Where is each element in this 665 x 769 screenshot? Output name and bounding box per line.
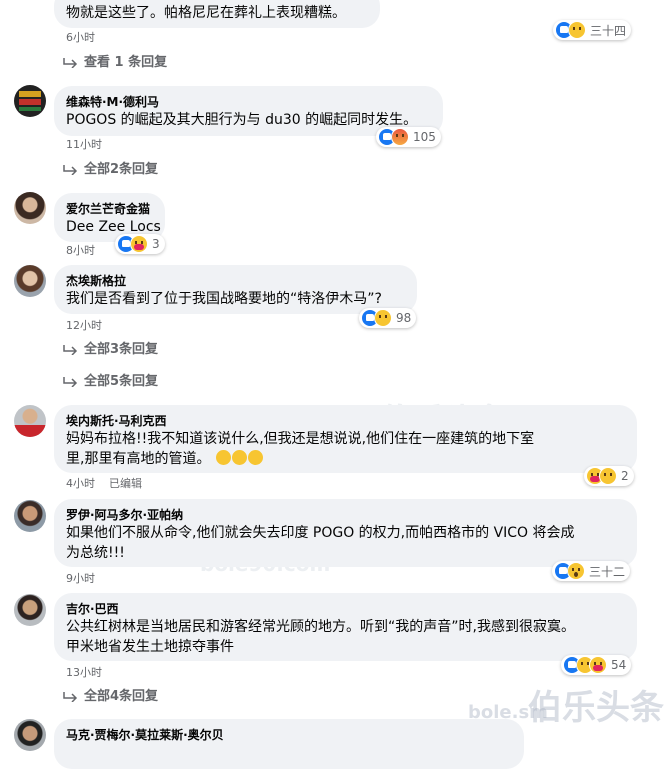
sad-icon	[374, 309, 392, 327]
comment-author[interactable]: 杰埃斯格拉	[66, 273, 405, 289]
comment-text: 公共红树林是当地居民和游客经常光顾的地方。听到“我的声音”时,我感到很寂寞。	[66, 619, 575, 635]
reaction-count: 三十二	[589, 564, 626, 579]
crying-face-icon	[247, 450, 263, 465]
reply-link-label: 全部5条回复	[84, 374, 159, 389]
reply-arrow-icon	[63, 691, 78, 702]
reaction-count: 3	[152, 237, 160, 251]
comment-bubble: 埃内斯托·马利克西 妈妈布拉格!!我不知道该说什么,但我还是想说说,他们住在一座…	[54, 405, 637, 473]
view-replies-link[interactable]: 全部5条回复	[62, 373, 158, 391]
comment-text: 如果他们不服从命令,他们就会失去印度 POGO 的权力,而帕西格市的 VICO …	[66, 525, 575, 541]
reply-arrow-icon	[63, 164, 78, 175]
comment-text: 我们是否看到了位于我国战略要地的“特洛伊木马”?	[66, 291, 382, 307]
reaction-count: 98	[396, 311, 412, 325]
comment-bubble: 物就是这些了。帕格尼尼在葬礼上表现糟糕。	[54, 0, 380, 28]
comment-author[interactable]: 维森特·M·德利马	[66, 94, 431, 110]
avatar[interactable]	[14, 405, 46, 437]
reaction-count: 2	[621, 469, 629, 483]
comment-time[interactable]: 4小时 已编辑	[66, 477, 142, 491]
reaction-count: 三十四	[590, 23, 627, 38]
reply-arrow-icon	[63, 57, 78, 68]
avatar[interactable]	[14, 500, 46, 532]
reply-link-label: 全部2条回复	[84, 162, 159, 177]
reply-arrow-icon	[63, 344, 78, 355]
comment-author[interactable]: 吉尔·巴西	[66, 601, 625, 617]
reaction-summary[interactable]: 3	[115, 234, 165, 254]
comment-author[interactable]: 爱尔兰芒奇金猫	[66, 201, 153, 217]
reaction-summary[interactable]: 三十二	[552, 561, 631, 581]
comment-text: 为总统!!!	[66, 545, 125, 561]
reaction-count: 54	[611, 658, 627, 672]
comment-bubble: 吉尔·巴西 公共红树林是当地居民和游客经常光顾的地方。听到“我的声音”时,我感到…	[54, 593, 637, 661]
comment-time[interactable]: 11小时	[66, 138, 102, 152]
reaction-summary[interactable]: 98	[359, 308, 417, 328]
comment-author[interactable]: 马克·贾梅尔·莫拉莱斯·奥尔贝	[66, 727, 512, 743]
comment-author[interactable]: 罗伊·阿马多尔·亚帕纳	[66, 507, 625, 523]
comment-time[interactable]: 9小时	[66, 572, 95, 586]
avatar[interactable]	[14, 265, 46, 297]
comment-text: 甲米地省发生土地掠夺事件	[66, 639, 234, 655]
reply-arrow-icon	[63, 376, 78, 387]
comment-time[interactable]: 13小时	[66, 666, 102, 680]
sad-icon	[599, 467, 617, 485]
view-replies-link[interactable]: 全部2条回复	[62, 161, 158, 179]
comment-bubble: 罗伊·阿马多尔·亚帕纳 如果他们不服从命令,他们就会失去印度 POGO 的权力,…	[54, 499, 637, 567]
view-replies-link[interactable]: 查看 1 条回复	[62, 54, 167, 72]
angry-icon	[391, 128, 409, 146]
comment-author[interactable]: 埃内斯托·马利克西	[66, 413, 625, 429]
comment-bubble: 杰埃斯格拉 我们是否看到了位于我国战略要地的“特洛伊木马”?	[54, 265, 417, 314]
crying-face-icon	[215, 450, 231, 465]
care-icon	[589, 656, 607, 674]
avatar[interactable]	[14, 719, 46, 751]
reaction-summary[interactable]: 三十四	[553, 20, 632, 40]
reaction-summary[interactable]: 2	[584, 466, 634, 486]
avatar[interactable]	[14, 85, 46, 117]
comment-text: POGOS 的崛起及其大胆行为与 du30 的崛起同时发生。	[66, 112, 418, 128]
crying-face-icon	[231, 450, 247, 465]
sad-icon	[568, 21, 586, 39]
view-replies-link[interactable]: 全部4条回复	[62, 688, 158, 706]
comment-time[interactable]: 8小时	[66, 244, 95, 258]
watermark-brand: 伯乐头条	[528, 688, 664, 728]
reaction-summary[interactable]: 54	[561, 655, 632, 675]
reply-link-label: 查看 1 条回复	[84, 55, 168, 70]
comment-time-label: 4小时	[66, 477, 95, 490]
care-icon	[130, 235, 148, 253]
comment-bubble: 马克·贾梅尔·莫拉莱斯·奥尔贝	[54, 719, 524, 769]
comment-time[interactable]: 12小时	[66, 319, 102, 333]
reply-link-label: 全部3条回复	[84, 342, 159, 357]
comment-time[interactable]: 6小时	[66, 31, 95, 45]
avatar[interactable]	[14, 192, 46, 224]
reaction-count: 105	[413, 130, 436, 144]
view-replies-link[interactable]: 全部3条回复	[62, 341, 158, 359]
comment-text-line: 里,那里有高地的管道。	[66, 451, 211, 467]
wow-icon	[567, 562, 585, 580]
comment-text: 妈妈布拉格!!我不知道该说什么,但我还是想说说,他们住在一座建筑的地下室	[66, 431, 535, 447]
reply-link-label: 全部4条回复	[84, 689, 159, 704]
avatar[interactable]	[14, 594, 46, 626]
comment-text: 里,那里有高地的管道。	[66, 450, 625, 469]
reaction-summary[interactable]: 105	[376, 127, 441, 147]
edited-label: 已编辑	[109, 477, 142, 490]
comment-text: 物就是这些了。帕格尼尼在葬礼上表现糟糕。	[66, 5, 346, 21]
